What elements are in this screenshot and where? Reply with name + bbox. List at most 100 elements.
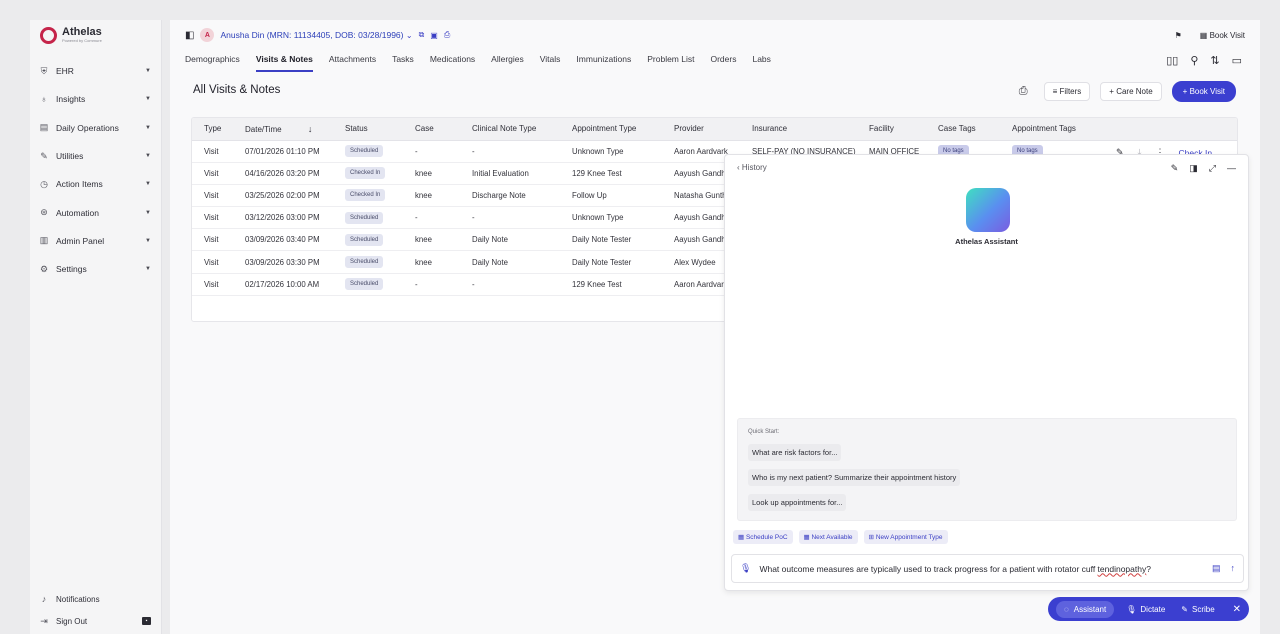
sidebar-item-utilities[interactable]: ✎ Utilities ▼: [30, 142, 161, 170]
shield-icon: ⛨: [40, 65, 48, 76]
table-cell: Visit: [192, 162, 233, 185]
assistant-input[interactable]: 🎙 What outcome measures are typically us…: [731, 554, 1244, 583]
quick-start-item[interactable]: What are risk factors for...: [748, 444, 842, 461]
print-icon[interactable]: ⎙: [444, 30, 450, 40]
table-cell: 03/09/2026 03:40 PM: [233, 228, 333, 252]
sidebar-item-label: EHR: [56, 66, 74, 77]
tab-immunizations[interactable]: Immunizations: [576, 54, 631, 72]
table-cell: -: [460, 273, 560, 296]
microphone-icon[interactable]: 🎙: [740, 563, 751, 574]
caret-down-icon: ▼: [145, 237, 151, 244]
patient-selector[interactable]: Anusha Din (MRN: 11134405, DOB: 03/28/19…: [220, 30, 412, 40]
book-visit-button[interactable]: + Book Visit: [1171, 81, 1236, 102]
tab-demographics[interactable]: Demographics: [185, 54, 240, 72]
column-header[interactable]: Appointment Tags: [1000, 118, 1237, 141]
table-cell: Daily Note: [460, 250, 560, 274]
caret-down-icon: ▼: [145, 124, 151, 131]
sidebar-item-automation[interactable]: ⊛ Automation ▼: [30, 198, 161, 226]
tab-visits-notes[interactable]: Visits & Notes: [255, 54, 313, 72]
column-header[interactable]: Case: [403, 118, 460, 141]
pin-icon[interactable]: ⚲: [1190, 54, 1198, 67]
column-header[interactable]: Provider: [662, 118, 740, 141]
status-badge: Scheduled: [345, 233, 384, 246]
table-cell: Scheduled: [333, 140, 403, 163]
sidebar-item-label: Automation: [56, 207, 99, 218]
sidebar-item-admin-panel[interactable]: ▥ Admin Panel ▼: [30, 227, 161, 255]
close-icon[interactable]: ✕: [1233, 604, 1241, 615]
cell-text: Unknown Type: [572, 146, 624, 156]
tab-vitals[interactable]: Vitals: [540, 54, 561, 72]
tab-attachments[interactable]: Attachments: [329, 54, 376, 72]
dock-assistant-button[interactable]: ◌ Assistant: [1056, 600, 1115, 618]
quick-start-item[interactable]: Look up appointments for...: [748, 494, 847, 511]
dock-dictate-button[interactable]: 🎙 Dictate: [1122, 605, 1169, 614]
tab-labs[interactable]: Labs: [752, 54, 770, 72]
cell-text: Visit: [204, 257, 219, 267]
sidebar-item-settings[interactable]: ⚙ Settings ▼: [30, 255, 161, 283]
sidebar-item-daily-operations[interactable]: ▤ Daily Operations ▼: [30, 114, 161, 142]
dock-scribe-button[interactable]: ✎ Scribe: [1177, 605, 1218, 614]
expand-icon[interactable]: ⤢: [1209, 163, 1216, 174]
print-button[interactable]: ⎙: [1013, 85, 1034, 98]
chip-new-appointment-type[interactable]: ⊞ New Appointment Type: [863, 530, 948, 544]
sidebar-item-label: Notifications: [56, 594, 100, 604]
sidebar-toggle-icon[interactable]: ◧: [185, 30, 194, 41]
column-label: Appointment Tags: [1012, 124, 1076, 134]
column-header[interactable]: Appointment Type: [560, 118, 662, 141]
column-header[interactable]: Type: [192, 118, 233, 141]
tab-problem-list[interactable]: Problem List: [647, 54, 694, 72]
brand-logo[interactable]: Athelas Powered by Commure: [30, 20, 161, 46]
column-header[interactable]: Insurance: [740, 118, 857, 141]
book-visit-link[interactable]: ▦ Book Visit: [1200, 31, 1245, 40]
cell-text: knee: [415, 257, 432, 267]
sidebar-item-label: Insights: [56, 94, 86, 105]
sidebar-item-notifications[interactable]: ♪ Notifications: [30, 588, 161, 610]
sidebar-item-sign-out[interactable]: ⇥ Sign Out ▪: [30, 610, 161, 632]
sidebar-item-insights[interactable]: ♁ Insights ▼: [30, 85, 161, 113]
chat-icon[interactable]: ▭: [1232, 54, 1242, 67]
copy-icon[interactable]: ⧉: [419, 30, 425, 40]
sidebar-item-action-items[interactable]: ◷ Action Items ▼: [30, 170, 161, 198]
column-header[interactable]: Facility: [857, 118, 926, 141]
filters-button[interactable]: ≡ Filters: [1043, 82, 1091, 101]
care-note-button[interactable]: + Care Note: [1100, 82, 1162, 101]
sidebar-item-ehr[interactable]: ⛨ EHR ▼: [30, 57, 161, 85]
card-icon[interactable]: ▣: [430, 31, 438, 40]
assistant-input-text[interactable]: What outcome measures are typically used…: [759, 564, 1204, 574]
column-header[interactable]: Status: [333, 118, 403, 141]
table-cell: -: [403, 140, 460, 163]
minimize-icon[interactable]: —: [1227, 163, 1236, 174]
dock-side-icon[interactable]: ◨: [1189, 163, 1198, 174]
input-text-misspelled: tendinopathy: [1097, 563, 1147, 574]
table-cell: Visit: [192, 273, 233, 296]
attach-file-icon[interactable]: ▤: [1212, 563, 1221, 574]
tab-allergies[interactable]: Allergies: [491, 54, 524, 72]
tab-orders[interactable]: Orders: [710, 54, 736, 72]
status-badge: Checked In: [345, 189, 386, 202]
column-header[interactable]: Date/Time ↓: [233, 118, 333, 141]
flag-icon[interactable]: ⚑: [1175, 31, 1182, 40]
column-header[interactable]: Case Tags: [926, 118, 1000, 141]
column-label: Status: [345, 124, 368, 134]
send-icon[interactable]: ↑: [1231, 563, 1236, 574]
sort-arrow-icon[interactable]: ↓: [308, 124, 313, 134]
caret-down-icon: ▼: [145, 266, 151, 273]
column-header[interactable]: Clinical Note Type: [460, 118, 560, 141]
sidebar-item-label: Daily Operations: [56, 122, 119, 133]
new-chat-icon[interactable]: ✎: [1171, 163, 1179, 174]
chip-label: New Appointment Type: [875, 534, 943, 541]
chip-next-available[interactable]: ▦ Next Available: [798, 530, 858, 544]
table-cell: Daily Note Tester: [560, 250, 662, 274]
quick-start-item[interactable]: Who is my next patient? Summarize their …: [748, 469, 961, 486]
book-open-icon[interactable]: ▯▯: [1166, 54, 1178, 67]
table-cell: Daily Note: [460, 228, 560, 252]
chip-schedule-poc[interactable]: ▦ Schedule PoC: [733, 530, 793, 544]
message-icon[interactable]: ▪: [142, 617, 151, 625]
gear-icon: ⚙: [39, 263, 49, 274]
tab-tasks[interactable]: Tasks: [392, 54, 414, 72]
history-link[interactable]: ‹ History: [737, 163, 767, 172]
cell-text: Visit: [204, 279, 219, 289]
tab-medications[interactable]: Medications: [430, 54, 475, 72]
sliders-icon[interactable]: ⇅: [1210, 54, 1219, 67]
sidebar-item-label: Admin Panel: [56, 235, 105, 246]
